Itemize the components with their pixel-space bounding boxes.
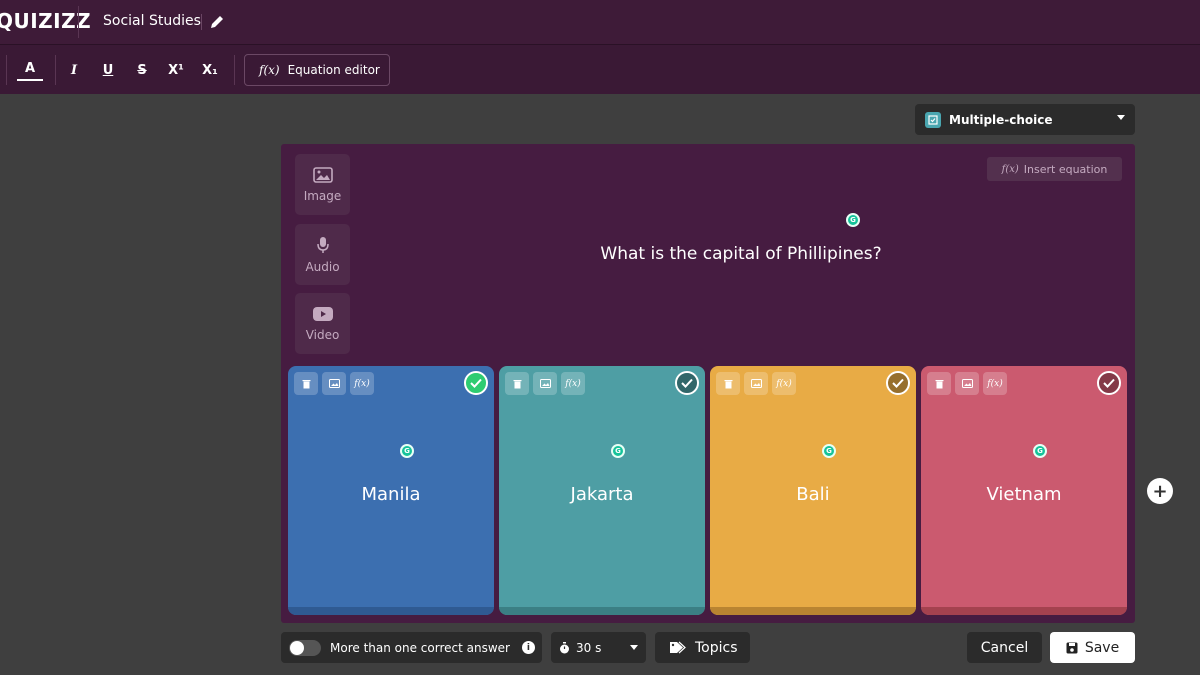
function-label: f(x): [354, 378, 370, 389]
answer-option-2[interactable]: f(x) G Jakarta: [499, 366, 705, 615]
divider: [201, 14, 202, 30]
image-icon[interactable]: [533, 372, 557, 395]
function-icon: f(x): [259, 63, 280, 77]
image-icon[interactable]: [744, 372, 768, 395]
timer-dropdown[interactable]: 30 s: [551, 632, 646, 663]
grammarly-icon[interactable]: G: [1033, 444, 1047, 458]
check-icon: [470, 378, 482, 388]
function-icon: f(x): [1001, 163, 1019, 175]
question-text[interactable]: What is the capital of Phillipines?: [561, 244, 921, 264]
trash-icon[interactable]: [716, 372, 740, 395]
function-icon[interactable]: f(x): [983, 372, 1007, 395]
insert-equation-label: Insert equation: [1023, 162, 1108, 176]
save-button[interactable]: Save: [1050, 632, 1135, 663]
function-label: f(x): [776, 378, 792, 389]
insert-equation-button[interactable]: f(x) Insert equation: [987, 157, 1122, 181]
video-play-icon: [312, 306, 333, 321]
divider: [6, 55, 7, 85]
option-text[interactable]: Vietnam: [921, 484, 1127, 505]
add-audio-button[interactable]: Audio: [295, 224, 350, 285]
subscript-button[interactable]: X₁: [196, 57, 224, 83]
option-text[interactable]: Manila: [288, 484, 494, 505]
multiple-correct-label: More than one correct answer: [330, 640, 510, 655]
divider: [234, 55, 235, 85]
microphone-icon: [316, 236, 329, 253]
video-label: Video: [305, 327, 340, 342]
image-icon[interactable]: [322, 372, 346, 395]
correct-answer-toggle[interactable]: [464, 371, 488, 395]
italic-button[interactable]: I: [60, 57, 88, 83]
function-icon[interactable]: f(x): [772, 372, 796, 395]
option-tools: f(x): [716, 372, 796, 395]
answer-option-3[interactable]: f(x) G Bali: [710, 366, 916, 615]
option-shadow: [499, 607, 705, 615]
top-bar: QUIZIZZ Social Studies: [0, 0, 1200, 45]
multiple-correct-toggle[interactable]: [289, 639, 321, 656]
tag-icon: [670, 641, 686, 654]
option-tools: f(x): [927, 372, 1007, 395]
option-tools: f(x): [294, 372, 374, 395]
save-label: Save: [1084, 639, 1120, 656]
question-type-dropdown[interactable]: Multiple-choice: [915, 104, 1135, 135]
floppy-disk-icon: [1066, 642, 1078, 653]
info-icon[interactable]: i: [521, 641, 535, 654]
quiz-title[interactable]: Social Studies: [103, 13, 201, 29]
image-icon: [312, 166, 333, 183]
topics-button[interactable]: Topics: [655, 632, 750, 663]
pencil-icon[interactable]: [208, 13, 226, 31]
option-text[interactable]: Bali: [710, 484, 916, 505]
text-color-button[interactable]: A: [17, 57, 43, 81]
equation-editor-label: Equation editor: [287, 63, 380, 77]
audio-label: Audio: [305, 259, 340, 274]
check-icon: [681, 378, 693, 388]
function-label: f(x): [565, 378, 581, 389]
checkbox-icon: [925, 111, 941, 128]
function-label: f(x): [987, 378, 1003, 389]
image-label: Image: [303, 188, 342, 203]
check-icon: [1103, 378, 1115, 388]
equation-editor-button[interactable]: f(x) Equation editor: [244, 54, 390, 86]
option-tools: f(x): [505, 372, 585, 395]
add-image-button[interactable]: Image: [295, 154, 350, 215]
superscript-button[interactable]: X¹: [162, 57, 190, 83]
question-type-label: Multiple-choice: [949, 112, 1053, 127]
option-shadow: [921, 607, 1127, 615]
grammarly-icon[interactable]: G: [611, 444, 625, 458]
topics-label: Topics: [695, 639, 738, 656]
chevron-down-icon: [630, 645, 638, 650]
correct-answer-toggle[interactable]: [1097, 371, 1121, 395]
trash-icon[interactable]: [294, 372, 318, 395]
timer-value: 30 s: [576, 640, 602, 655]
function-icon[interactable]: f(x): [561, 372, 585, 395]
check-icon: [892, 378, 904, 388]
formatting-toolbar: A I U S X¹ X₁: [0, 45, 1200, 94]
multiple-correct-toggle-row: More than one correct answer i: [281, 632, 542, 663]
toggle-knob: [290, 640, 304, 655]
stopwatch-icon: [560, 641, 569, 653]
correct-answer-toggle[interactable]: [675, 371, 699, 395]
add-video-button[interactable]: Video: [295, 293, 350, 354]
grammarly-icon[interactable]: G: [400, 444, 414, 458]
correct-answer-toggle[interactable]: [886, 371, 910, 395]
strikethrough-button[interactable]: S: [128, 57, 156, 83]
grammarly-icon[interactable]: G: [846, 213, 860, 227]
trash-icon[interactable]: [927, 372, 951, 395]
divider: [55, 55, 56, 85]
image-icon[interactable]: [955, 372, 979, 395]
option-shadow: [710, 607, 916, 615]
option-shadow: [288, 607, 494, 615]
trash-icon[interactable]: [505, 372, 529, 395]
add-option-button[interactable]: +: [1147, 478, 1173, 504]
option-text[interactable]: Jakarta: [499, 484, 705, 505]
divider: [78, 6, 79, 38]
underline-button[interactable]: U: [94, 57, 122, 83]
grammarly-icon[interactable]: G: [822, 444, 836, 458]
answer-option-1[interactable]: f(x) G Manila: [288, 366, 494, 615]
answer-option-4[interactable]: f(x) G Vietnam: [921, 366, 1127, 615]
function-icon[interactable]: f(x): [350, 372, 374, 395]
chevron-down-icon: [1117, 115, 1125, 120]
cancel-button[interactable]: Cancel: [967, 632, 1042, 663]
